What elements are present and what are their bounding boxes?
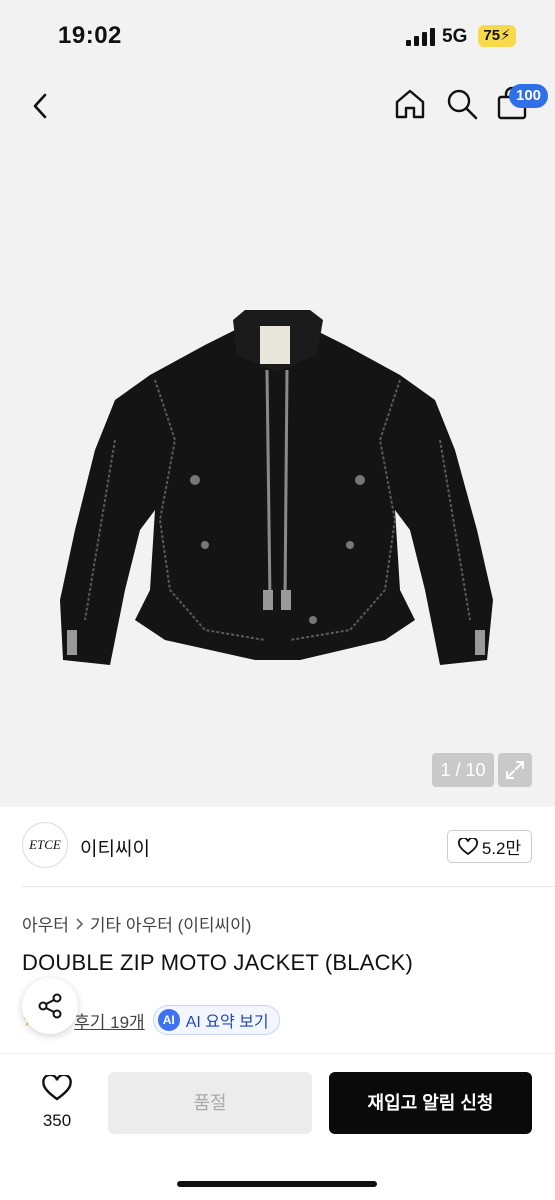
expand-icon <box>506 761 524 779</box>
ai-summary-button[interactable]: AI AI 요약 보기 <box>152 1005 280 1035</box>
home-button[interactable] <box>392 86 428 122</box>
wishlist-count: 350 <box>42 1111 72 1130</box>
home-indicator <box>177 1181 377 1187</box>
search-icon <box>447 89 478 120</box>
chevron-right-icon <box>76 917 84 930</box>
soldout-button[interactable]: 품절 <box>108 1072 312 1134</box>
back-button[interactable] <box>22 88 58 124</box>
chevron-left-icon <box>33 93 47 119</box>
image-pager: 1 / 10 <box>432 753 494 787</box>
brand-logo-text: ETCE <box>29 837 61 852</box>
search-button[interactable] <box>444 86 480 122</box>
home-icon <box>395 89 425 119</box>
restock-alert-button[interactable]: 재입고 알림 신청 <box>329 1072 532 1134</box>
review-link[interactable]: 후기 19개 <box>74 1008 145 1033</box>
battery-icon: 75⚡ <box>478 25 516 47</box>
signal-icon <box>406 28 436 46</box>
breadcrumb: 아우터 기타 아우터 (이티씨이) <box>22 911 251 936</box>
heart-icon <box>42 1073 72 1101</box>
divider <box>22 886 555 887</box>
expand-image-button[interactable] <box>498 753 532 787</box>
ai-icon: AI <box>157 1009 180 1031</box>
brand-like-count: 5.2만 <box>481 839 522 858</box>
brand-logo[interactable]: ETCE <box>22 822 68 868</box>
heart-icon <box>457 837 478 855</box>
share-button[interactable] <box>22 978 78 1034</box>
brand-like-button[interactable]: 5.2만 <box>447 830 532 863</box>
status-time: 19:02 <box>58 22 122 49</box>
product-title: DOUBLE ZIP MOTO JACKET (BLACK) <box>22 950 414 975</box>
status-bar: 19:02 5G 75⚡ <box>0 0 555 70</box>
battery-level: 75 <box>483 27 501 44</box>
breadcrumb-level1[interactable]: 아우터 <box>22 911 69 936</box>
wishlist-button[interactable]: 350 <box>36 1073 78 1131</box>
brand-name[interactable]: 이티씨이 <box>80 834 150 861</box>
breadcrumb-level2[interactable]: 기타 아우터 (이티씨이) <box>90 911 252 936</box>
share-icon <box>38 993 62 1019</box>
ai-summary-label: AI 요약 보기 <box>185 1014 269 1031</box>
product-image[interactable] <box>55 290 500 680</box>
network-label: 5G <box>442 26 468 47</box>
cart-count-badge: 100 <box>509 84 549 108</box>
